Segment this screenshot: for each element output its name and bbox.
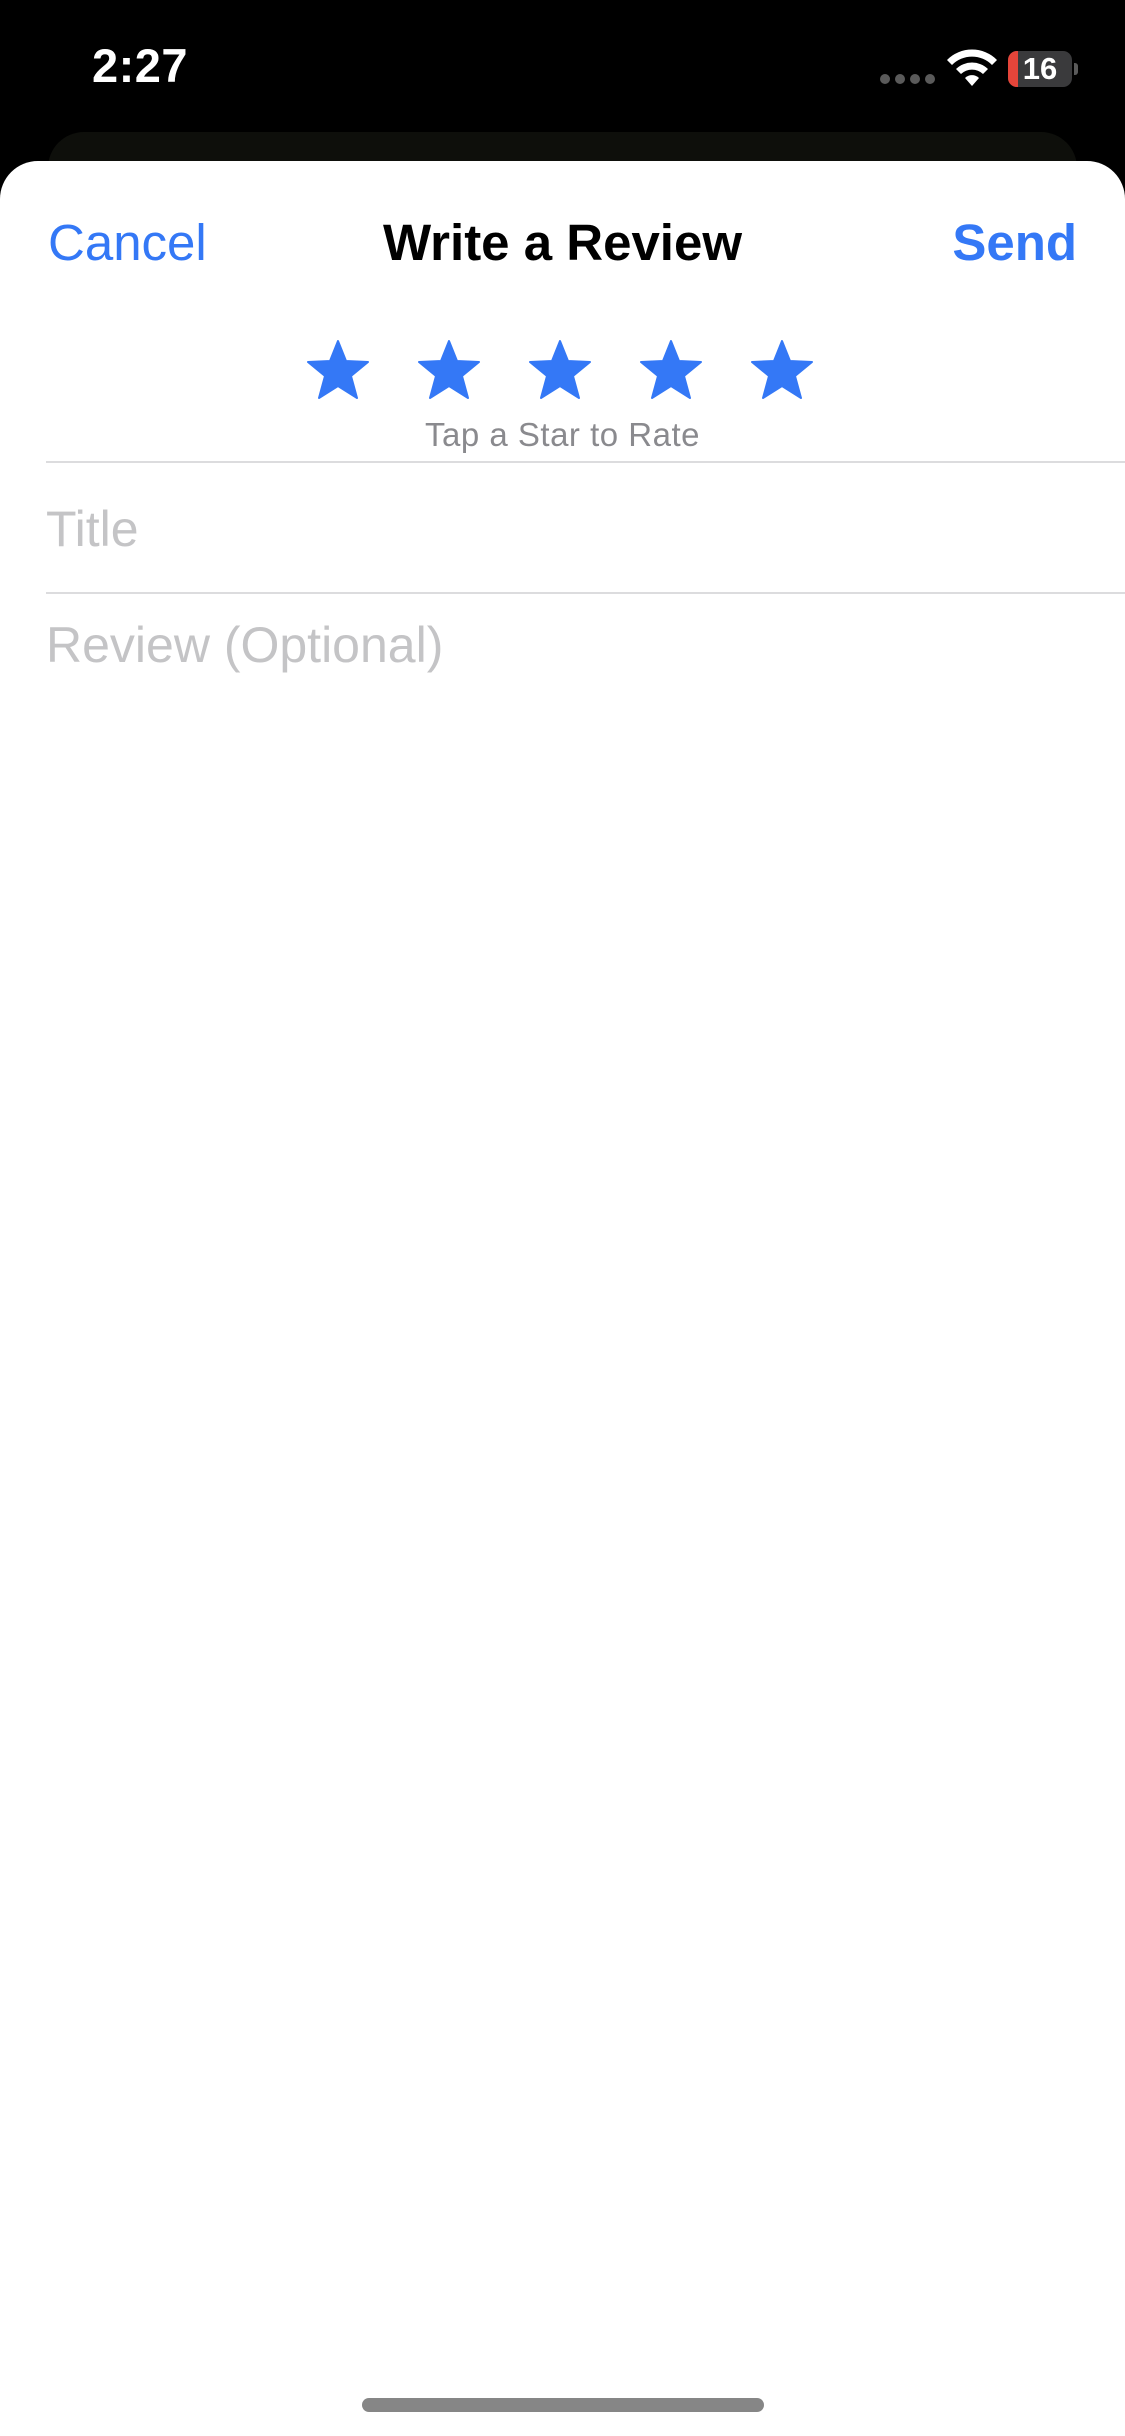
nav-bar: Cancel Write a Review Send xyxy=(0,161,1125,331)
battery-cap xyxy=(1074,63,1078,75)
status-time: 2:27 xyxy=(92,39,189,92)
screen: 2:27 16 Cancel Write a Review Send Tap a… xyxy=(0,0,1125,2436)
wifi-icon xyxy=(947,49,997,86)
title-field[interactable] xyxy=(46,494,1076,564)
star-icon[interactable] xyxy=(306,339,370,401)
star-icon[interactable] xyxy=(639,339,703,401)
home-indicator[interactable] xyxy=(362,2398,764,2412)
status-bar: 2:27 16 xyxy=(0,0,1125,150)
divider xyxy=(46,461,1125,463)
rating-hint: Tap a Star to Rate xyxy=(425,416,700,453)
review-field[interactable] xyxy=(46,613,1076,2113)
signal-dots-icon xyxy=(880,74,936,84)
battery-level-text: 16 xyxy=(1022,51,1058,86)
battery-body: 16 xyxy=(1008,51,1072,87)
star-icon[interactable] xyxy=(528,339,592,401)
star-icon[interactable] xyxy=(750,339,814,401)
battery-icon: 16 xyxy=(1008,51,1078,87)
star-icon[interactable] xyxy=(417,339,481,401)
review-sheet: Cancel Write a Review Send Tap a Star to… xyxy=(0,161,1125,2436)
star-rating xyxy=(0,339,1125,399)
divider xyxy=(46,592,1125,594)
send-button[interactable]: Send xyxy=(952,213,1077,272)
